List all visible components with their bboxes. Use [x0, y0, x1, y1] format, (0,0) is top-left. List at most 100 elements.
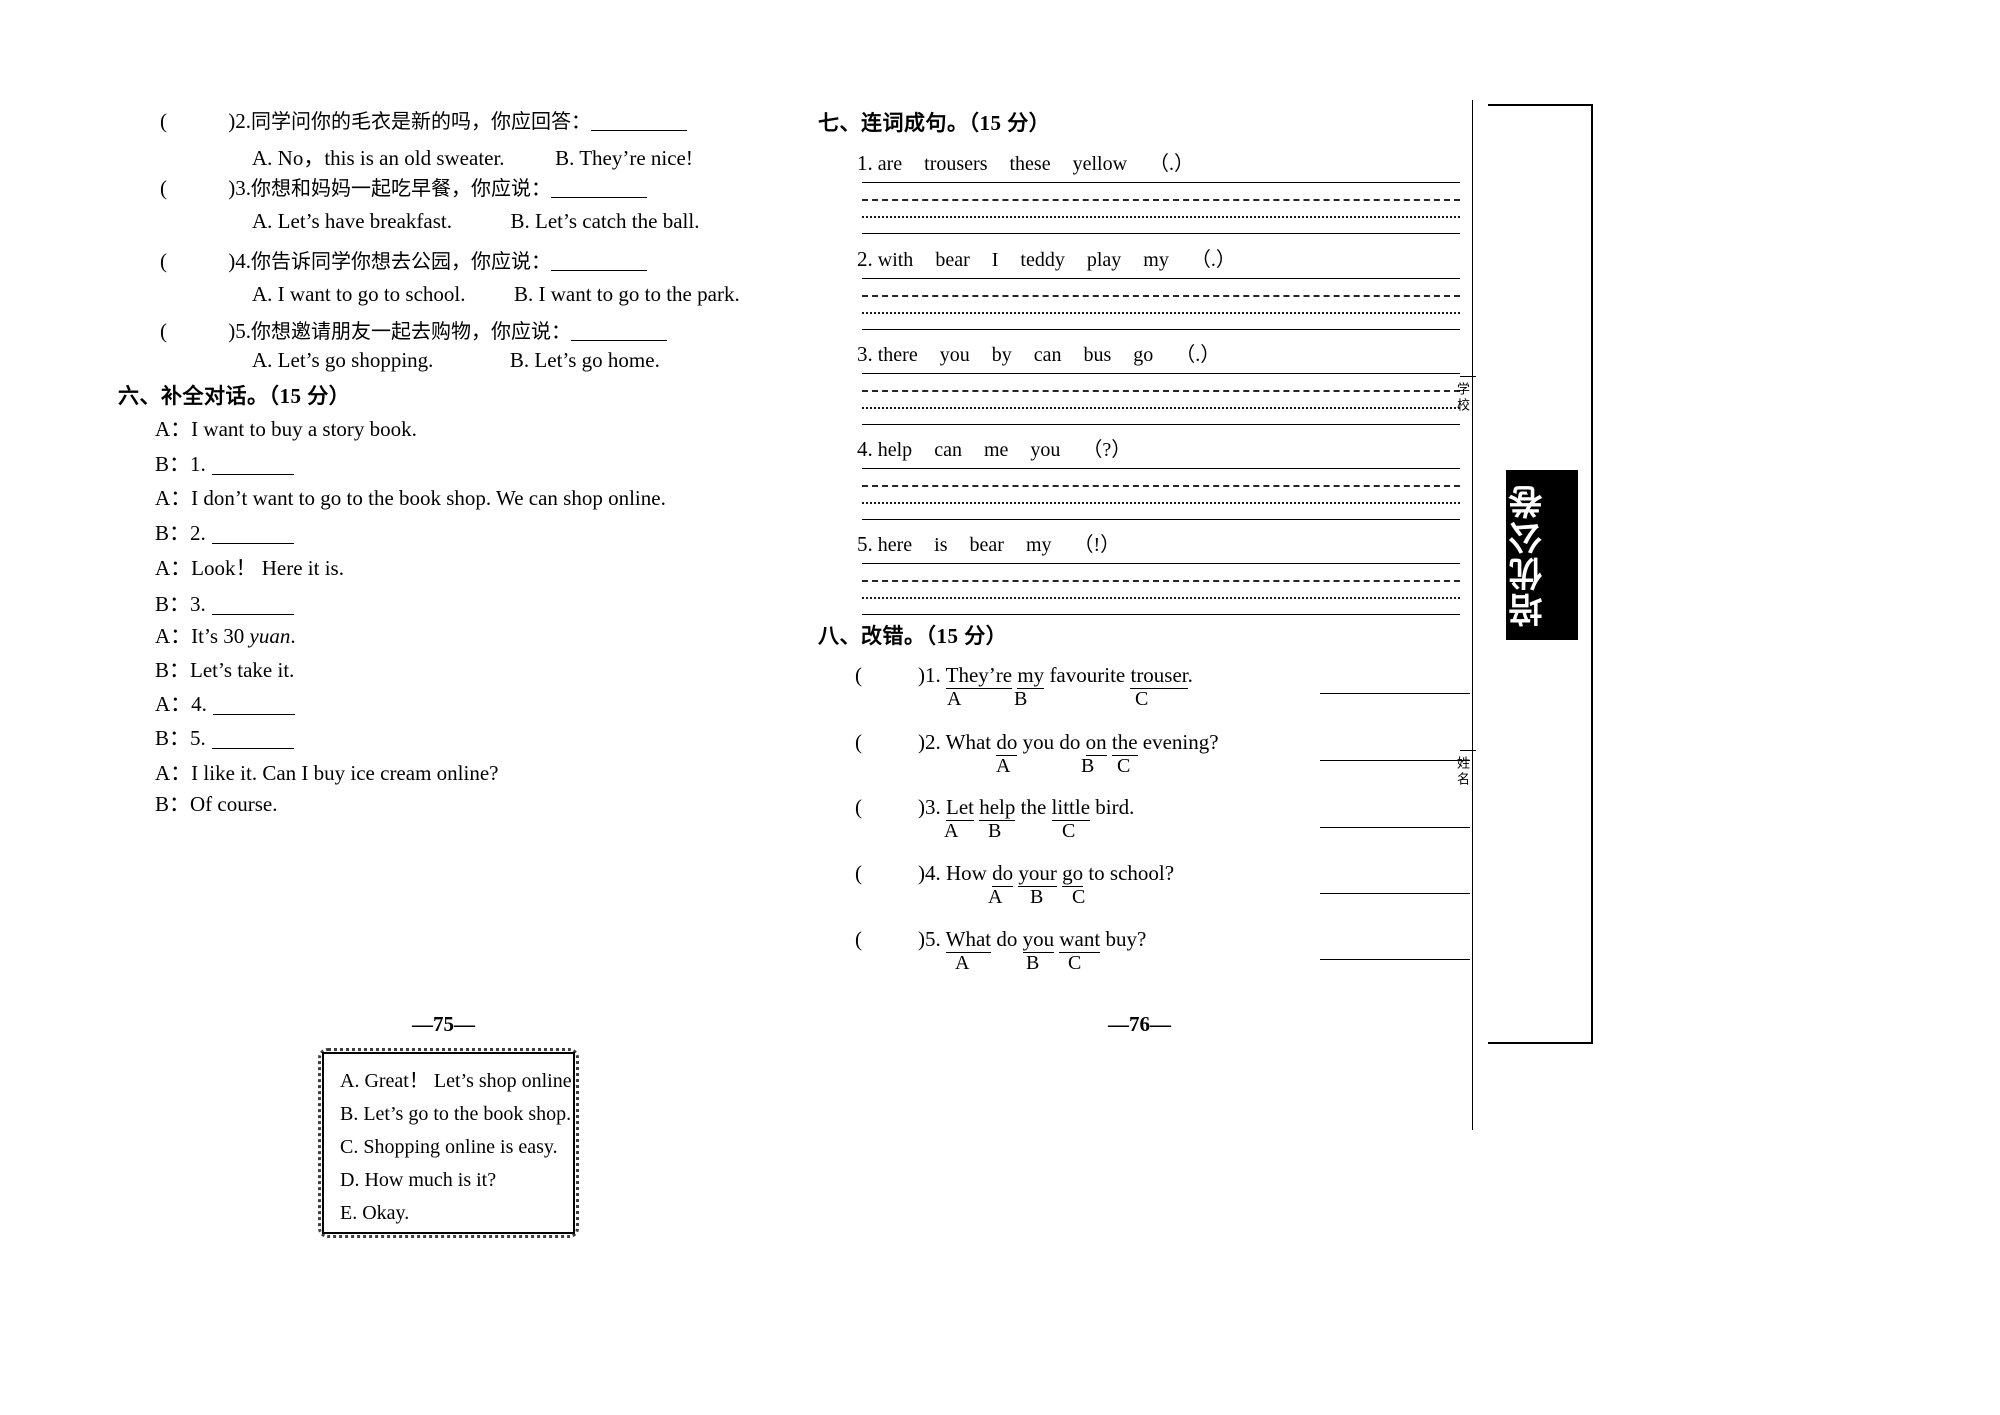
underlined-part-a[interactable]: do — [992, 861, 1014, 887]
writing-ruled-lines[interactable] — [862, 182, 1460, 234]
choice-label-a: A — [947, 688, 962, 710]
underlined-part-c[interactable]: want — [1059, 927, 1101, 953]
option-b[interactable]: B. They’re nice! — [555, 146, 693, 170]
jumbled-word[interactable]: me — [984, 439, 1008, 462]
dialogue-blank[interactable] — [211, 733, 294, 749]
option-a[interactable]: A. No，this is an old sweater. — [252, 146, 505, 170]
choice-box-item[interactable]: B. Let’s go to the book shop. — [340, 1098, 573, 1131]
writing-ruled-lines[interactable] — [862, 278, 1460, 330]
writing-ruled-lines[interactable] — [862, 373, 1460, 425]
question-number: 5. — [235, 319, 251, 343]
jumbled-word[interactable]: play — [1087, 249, 1121, 272]
word-order-item: 3. there you by can bus go （.） — [857, 338, 1242, 367]
jumbled-word[interactable]: there — [878, 344, 918, 367]
answer-paren-open[interactable]: ( — [855, 795, 862, 819]
jumbled-word[interactable]: is — [934, 534, 947, 557]
word-order-item: 4. help can me you （?） — [857, 433, 1153, 462]
page-number-right: —76— — [1108, 1012, 1171, 1036]
dialogue-blank[interactable] — [211, 528, 294, 544]
correction-answer-line[interactable] — [1320, 893, 1470, 894]
writing-ruled-lines[interactable] — [862, 468, 1460, 520]
jumbled-word[interactable]: yellow — [1073, 153, 1127, 176]
jumbled-word[interactable]: my — [1026, 534, 1052, 557]
underlined-part-a[interactable]: do — [996, 730, 1018, 756]
jumbled-word[interactable]: trousers — [924, 153, 987, 176]
jumbled-word[interactable]: my — [1143, 249, 1169, 272]
section-eight-title: 八、改错。 — [818, 624, 926, 648]
underlined-part-c[interactable]: little — [1051, 795, 1091, 821]
answer-paren-open[interactable]: ( — [855, 663, 862, 687]
answer-blank[interactable] — [571, 324, 667, 341]
option-a[interactable]: A. Let’s go shopping. — [252, 348, 433, 372]
dialogue-speaker: B： — [155, 592, 191, 616]
underlined-part-b[interactable]: you — [1022, 927, 1055, 953]
jumbled-word[interactable]: with — [878, 249, 914, 272]
underlined-part-a[interactable]: Let — [946, 795, 974, 821]
underlined-part-b[interactable]: help — [979, 795, 1016, 821]
underlined-part-c[interactable]: the — [1111, 730, 1138, 756]
answer-blank[interactable] — [591, 114, 687, 131]
dialogue-text: Let’s take it. — [190, 658, 295, 682]
jumbled-word[interactable]: I — [992, 249, 999, 272]
dialogue-text: 2. — [190, 521, 206, 545]
jumbled-word[interactable]: you — [1030, 439, 1060, 462]
answer-paren-open[interactable]: ( — [855, 927, 862, 951]
underlined-part-b[interactable]: my — [1017, 663, 1045, 689]
dialogue-blank[interactable] — [212, 699, 295, 715]
jumbled-word[interactable]: help — [878, 439, 912, 462]
jumbled-word[interactable]: teddy — [1020, 249, 1064, 272]
choice-label-c: C — [1135, 688, 1149, 710]
writing-ruled-lines[interactable] — [862, 563, 1460, 615]
answer-paren-open[interactable]: ( — [160, 176, 167, 200]
underlined-part-a[interactable]: What — [945, 927, 992, 953]
choice-box-item[interactable]: C. Shopping online is easy. — [340, 1131, 573, 1164]
option-b[interactable]: B. Let’s go home. — [510, 348, 660, 372]
dialogue-blank[interactable] — [211, 599, 294, 615]
correction-answer-line[interactable] — [1320, 827, 1470, 828]
underlined-part-b[interactable]: your — [1018, 861, 1057, 887]
answer-paren-open[interactable]: ( — [855, 730, 862, 754]
jumbled-word[interactable]: are — [878, 153, 902, 176]
underlined-part-c[interactable]: go — [1062, 861, 1084, 887]
jumbled-word[interactable]: bear — [970, 534, 1004, 557]
answer-paren-open[interactable]: ( — [160, 109, 167, 133]
word-order-item: 1. are trousers these yellow （.） — [857, 147, 1216, 176]
choice-box-item[interactable]: A. Great！ Let’s shop online. — [340, 1065, 577, 1098]
item-number: 5. — [857, 532, 873, 556]
dialogue-text: 3. — [190, 592, 206, 616]
option-a[interactable]: A. Let’s have breakfast. — [252, 209, 452, 233]
answer-paren-close: ) — [918, 861, 925, 885]
correction-answer-line[interactable] — [1320, 693, 1470, 694]
jumbled-word[interactable]: bear — [935, 249, 969, 272]
underlined-part-a[interactable]: They’re — [945, 663, 1013, 689]
jumbled-word[interactable]: these — [1010, 153, 1051, 176]
underlined-part-b[interactable]: on — [1085, 730, 1107, 756]
jumbled-word[interactable]: bus — [1084, 344, 1112, 367]
dialogue-speaker: A： — [155, 624, 192, 648]
jumbled-word[interactable]: can — [1034, 344, 1062, 367]
option-a[interactable]: A. I want to go to school. — [252, 282, 465, 306]
choice-box-item[interactable]: E. Okay. — [340, 1197, 573, 1230]
jumbled-word[interactable]: go — [1133, 344, 1153, 367]
jumbled-word[interactable]: can — [934, 439, 962, 462]
error-correction-item: ()3. Let help the little bird. — [855, 795, 1134, 821]
correction-answer-line[interactable] — [1320, 760, 1470, 761]
correction-answer-line[interactable] — [1320, 959, 1470, 960]
answer-paren-open[interactable]: ( — [160, 249, 167, 273]
choice-box-item[interactable]: D. How much is it? — [340, 1164, 573, 1197]
jumbled-word[interactable]: you — [940, 344, 970, 367]
section-six-heading: 六、补全对话。（15 分） — [118, 380, 350, 410]
plain-part: the — [1020, 795, 1047, 819]
answer-paren-open[interactable]: ( — [160, 319, 167, 343]
answer-blank[interactable] — [551, 254, 647, 271]
underlined-part-c[interactable]: trouser — [1130, 663, 1188, 689]
dialogue-blank[interactable] — [211, 459, 294, 475]
jumbled-word[interactable]: by — [992, 344, 1012, 367]
option-b[interactable]: B. I want to go to the park. — [514, 282, 740, 306]
section-six-title: 六、补全对话。 — [118, 384, 269, 408]
jumbled-word[interactable]: here — [878, 534, 912, 557]
answer-blank[interactable] — [551, 181, 647, 198]
dialogue-line: A：I want to buy a story book. — [155, 413, 417, 443]
answer-paren-open[interactable]: ( — [855, 861, 862, 885]
option-b[interactable]: B. Let’s catch the ball. — [511, 209, 700, 233]
